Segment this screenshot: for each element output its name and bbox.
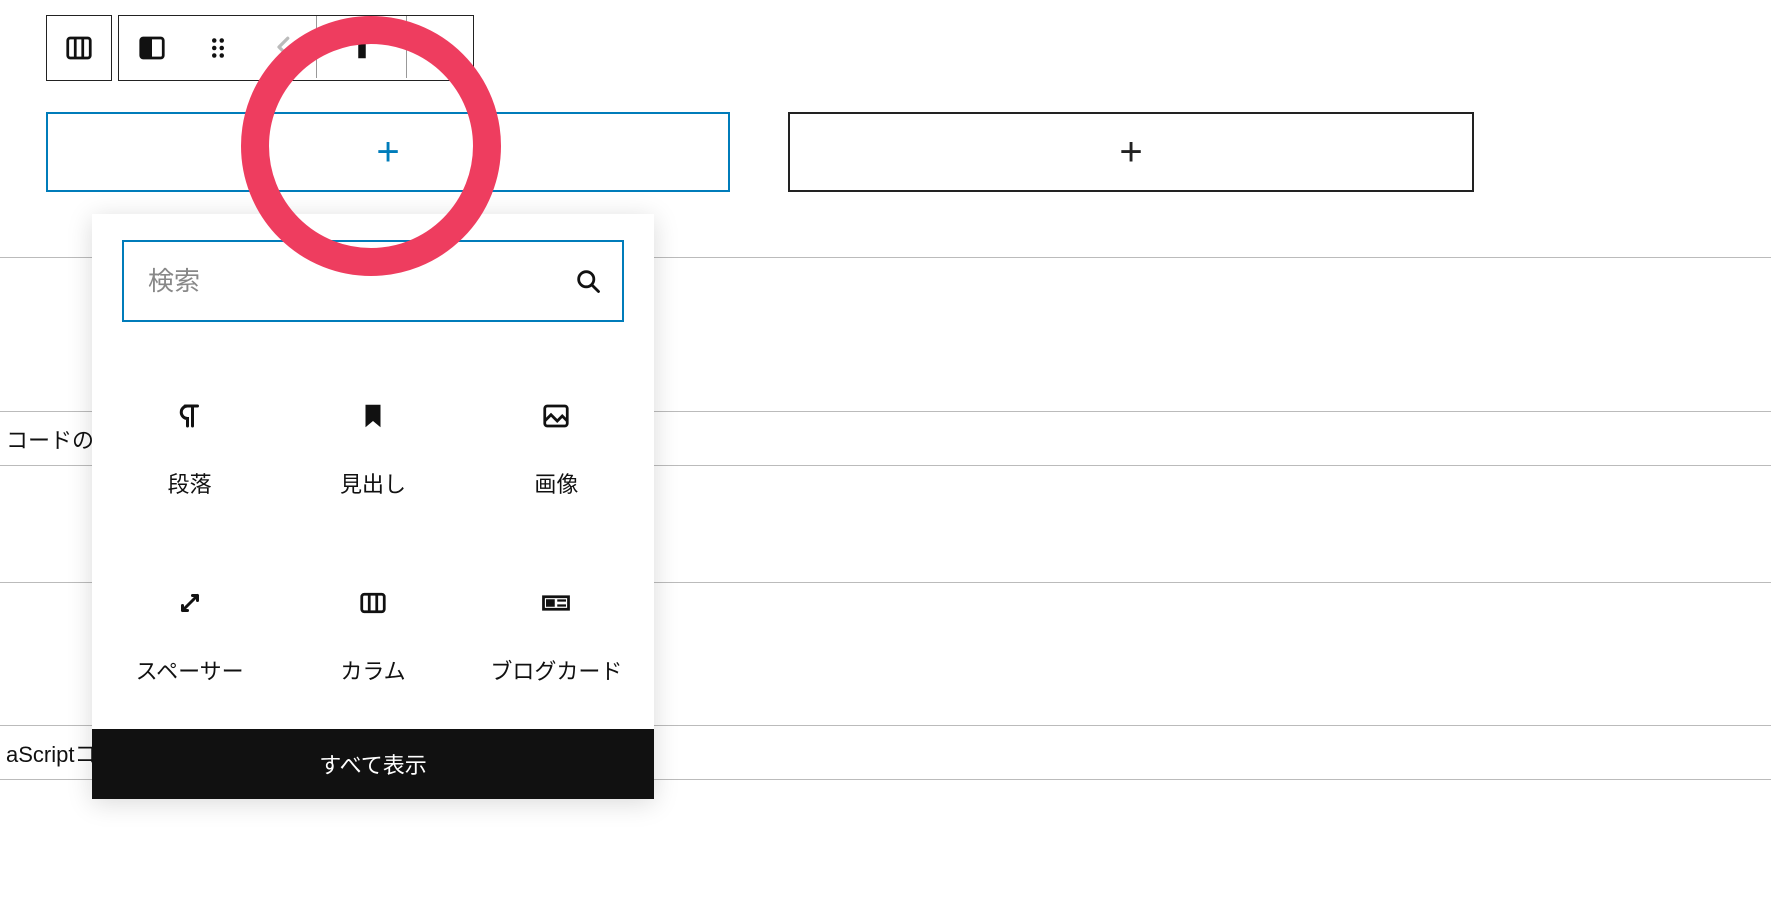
parent-columns-button[interactable] [46,15,112,81]
bookmark-icon [356,399,390,433]
block-heading[interactable]: 見出し [281,356,464,543]
blogcard-icon [539,586,573,620]
block-label: 画像 [534,467,578,499]
more-options-button[interactable] [407,16,473,80]
block-paragraph[interactable]: 段落 [98,356,281,543]
spacer-icon [173,586,207,620]
block-label: 見出し [340,467,406,499]
drag-handle[interactable] [185,16,251,80]
block-toolbar [46,15,474,81]
block-label: カラム [340,654,405,686]
half-column-icon [137,33,167,63]
columns-icon [356,586,390,620]
search-wrap [92,214,654,332]
show-all-label: すべて表示 [319,748,427,780]
search-box[interactable] [122,240,624,322]
chevron-left-icon [269,32,299,62]
align-button[interactable] [317,16,407,78]
add-block-left-button[interactable]: + [46,112,730,192]
block-image[interactable]: 画像 [465,356,648,543]
block-spacer[interactable]: スペーサー [98,543,281,730]
block-label: スペーサー [136,654,244,686]
block-label: ブログカード [490,654,622,686]
row-script-label: aScriptコ [6,737,96,769]
block-grid: 段落 見出し 画像 スペーサー カラム ブログカード [92,332,654,729]
block-inserter-popover: 段落 見出し 画像 スペーサー カラム ブログカード すべて表示 [92,214,654,799]
plus-icon: + [1119,132,1142,172]
add-block-right-button[interactable]: + [788,112,1474,192]
plus-icon: + [376,132,399,172]
block-blogcard[interactable]: ブログカード [465,543,648,730]
columns-icon [64,33,94,63]
more-vertical-icon [425,33,455,63]
drag-icon [203,33,233,63]
move-left-button[interactable] [251,16,317,78]
block-label: 段落 [168,467,212,499]
image-icon [539,399,573,433]
column-type-button[interactable] [119,16,185,80]
align-center-icon [347,32,377,62]
row-code-label: コードの [6,423,94,455]
search-input[interactable] [148,266,574,297]
search-icon [574,267,602,295]
show-all-button[interactable]: すべて表示 [92,729,654,799]
paragraph-icon [173,399,207,433]
block-toolbar-group [118,15,474,81]
block-columns[interactable]: カラム [281,543,464,730]
